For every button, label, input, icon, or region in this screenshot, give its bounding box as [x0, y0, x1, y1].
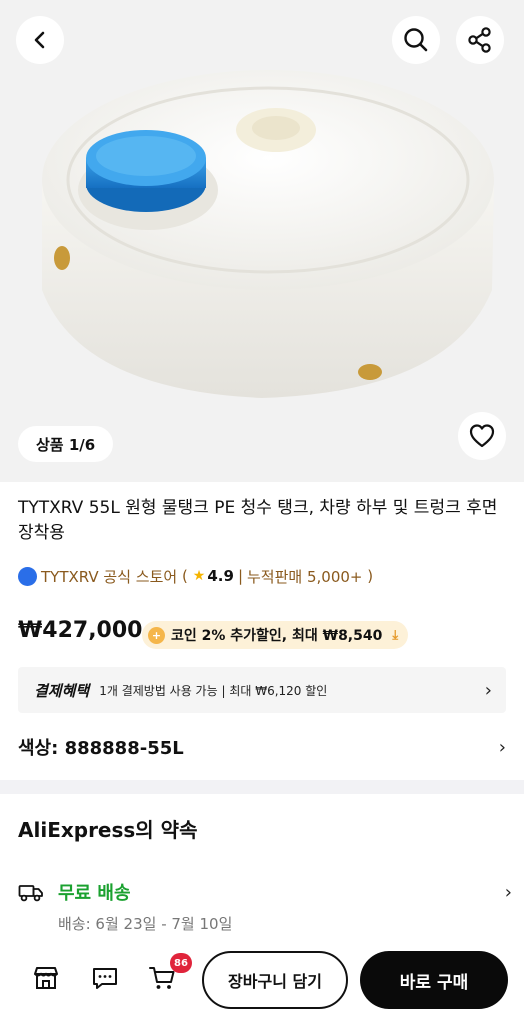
paren-close: ) [362, 567, 374, 585]
product-price: ₩427,000 [18, 618, 143, 643]
benefit-text: 1개 결제방법 사용 가능 | 최대 ₩6,120 할인 [99, 683, 328, 698]
coin-offer-text: 코인 2% 추가할인, 최대 ₩8,540 [171, 628, 383, 644]
store-logo [18, 566, 37, 586]
free-shipping-row[interactable]: 무료 배송 › [18, 878, 512, 906]
image-counter: 상품 1/6 [18, 426, 114, 462]
benefit-title: 결제혜택 [34, 681, 90, 700]
store-button[interactable] [30, 962, 62, 994]
heart-icon [469, 424, 495, 448]
store-sales: 누적판매 5,000+ [247, 567, 363, 586]
paren-open: ( [177, 567, 188, 585]
divider: | [237, 567, 243, 585]
section-divider [0, 780, 524, 794]
chevron-left-icon [34, 31, 45, 49]
product-image [42, 70, 494, 398]
product-title: TYTXRV 55L 원형 물탱크 PE 청수 탱크, 차량 하부 및 트렁크 … [18, 498, 498, 543]
download-icon: ⤓ [392, 627, 399, 643]
promise-title: AliExpress의 약속 [18, 818, 198, 842]
free-shipping-label: 무료 배송 [58, 883, 131, 904]
wishlist-button[interactable] [458, 412, 506, 460]
color-option-row[interactable]: 색상: 888888-55L › [18, 733, 506, 761]
share-button[interactable] [456, 16, 504, 64]
store-link[interactable]: TYTXRV 공식 스토어 ( ★ 4.9 | 누적판매 5,000+ ) [18, 565, 373, 587]
search-icon [404, 28, 428, 52]
coin-discount-chip[interactable]: + 코인 2% 추가할인, 최대 ₩8,540 ⤓ [142, 621, 409, 649]
shipping-date: 배송: 6월 23일 - 7월 10일 [58, 915, 233, 933]
product-image-gallery[interactable]: 상품 1/6 [0, 0, 524, 482]
truck-icon [18, 885, 43, 902]
store-rating: 4.9 [207, 567, 234, 585]
chevron-right-icon: › [498, 736, 506, 758]
share-icon [468, 27, 491, 53]
store-icon [34, 967, 58, 989]
cart-count-badge: 86 [170, 953, 192, 973]
payment-benefit-row[interactable]: 결제혜택 1개 결제방법 사용 가능 | 최대 ₩6,120 할인 › [18, 667, 506, 713]
buy-now-button[interactable]: 바로 구매 [360, 951, 508, 1009]
color-option-label: 색상: 888888-55L [18, 738, 184, 759]
add-to-cart-button[interactable]: 장바구니 담기 [202, 951, 348, 1009]
chevron-right-icon: › [484, 679, 492, 701]
search-button[interactable] [392, 16, 440, 64]
back-button[interactable] [16, 16, 64, 64]
coin-icon: + [148, 626, 165, 644]
store-name: TYTXRV 공식 스토어 [41, 567, 178, 586]
chat-icon [93, 968, 117, 989]
chevron-right-icon: › [504, 881, 512, 903]
chat-button[interactable] [89, 962, 121, 994]
star-icon: ★ [192, 568, 206, 584]
